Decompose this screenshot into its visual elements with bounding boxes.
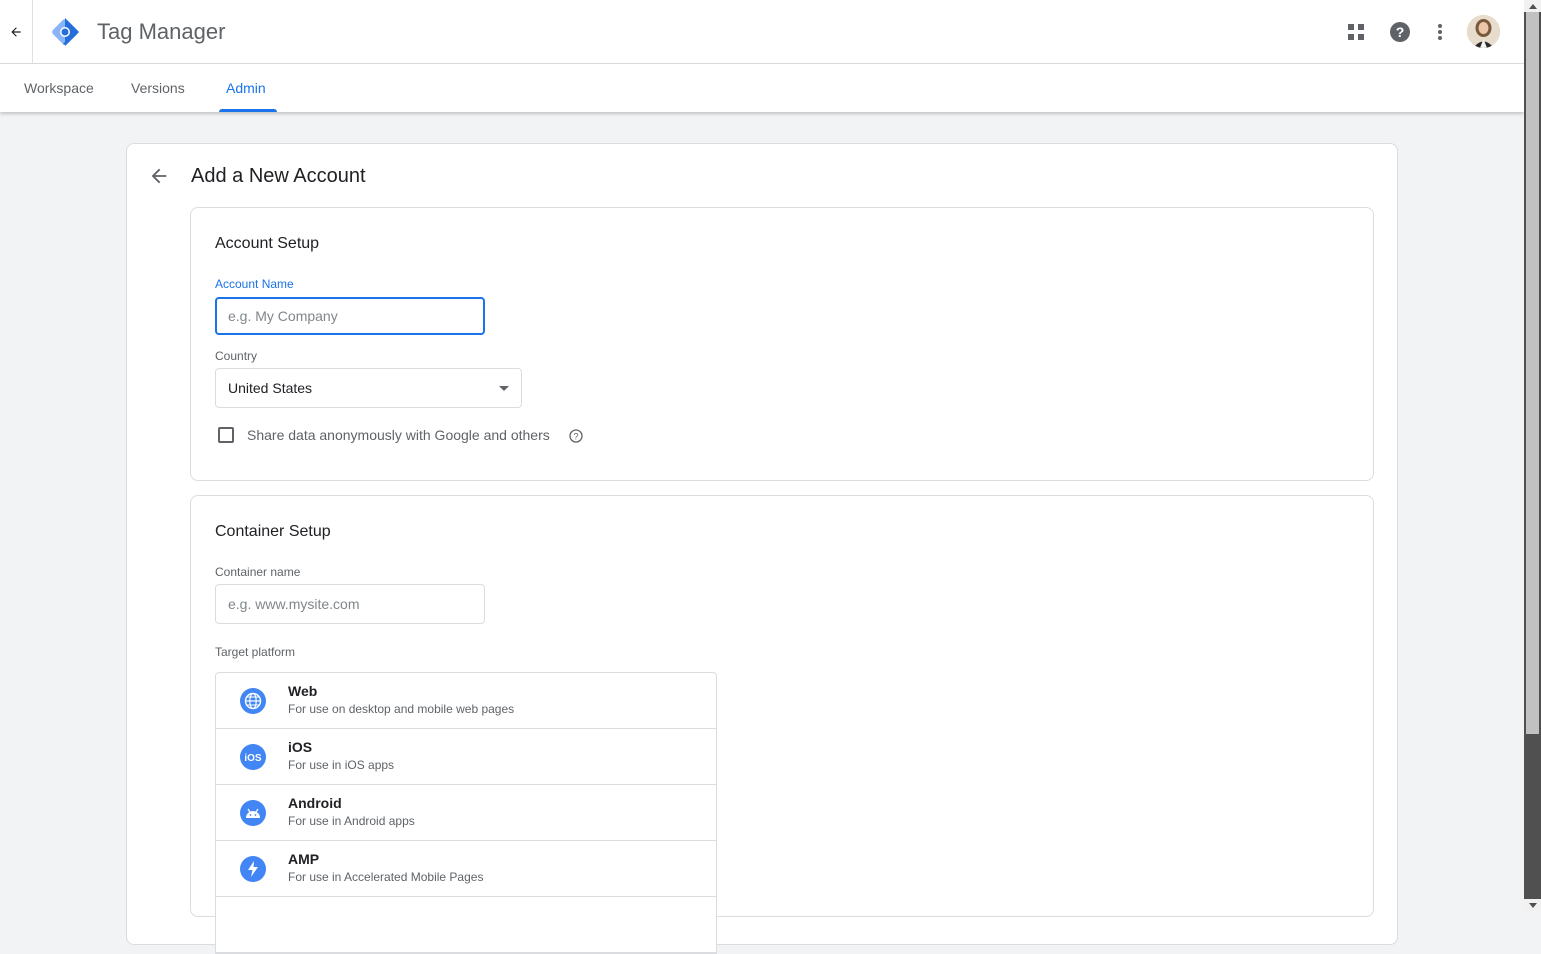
- app-title: Tag Manager: [97, 19, 226, 44]
- platform-option-android[interactable]: Android For use in Android apps: [216, 785, 716, 841]
- target-platform-list: Web For use on desktop and mobile web pa…: [215, 672, 717, 954]
- apps-button[interactable]: [1344, 20, 1368, 44]
- target-platform-label: Target platform: [215, 645, 296, 659]
- back-button[interactable]: [0, 0, 33, 63]
- account-name-label: Account Name: [215, 277, 294, 291]
- tab-versions[interactable]: Versions: [123, 64, 193, 112]
- platform-option-partial[interactable]: [216, 897, 716, 953]
- country-select[interactable]: United States: [215, 368, 522, 408]
- account-avatar[interactable]: [1467, 15, 1500, 48]
- container-name-input[interactable]: [215, 584, 485, 624]
- platform-option-web[interactable]: Web For use on desktop and mobile web pa…: [216, 673, 716, 729]
- tab-admin[interactable]: Admin: [218, 64, 274, 112]
- more-vert-icon: [1438, 24, 1442, 40]
- globe-icon: [240, 688, 266, 714]
- account-name-input[interactable]: [215, 297, 485, 335]
- svg-text:?: ?: [573, 432, 578, 442]
- platform-option-ios[interactable]: iOS iOS For use in iOS apps: [216, 729, 716, 785]
- tab-bar: Workspace Versions Admin: [0, 64, 1524, 112]
- container-name-label: Container name: [215, 565, 301, 579]
- apps-grid-icon: [1348, 24, 1364, 40]
- help-outline-icon[interactable]: ?: [569, 429, 583, 443]
- platform-option-amp[interactable]: AMP For use in Accelerated Mobile Pages: [216, 841, 716, 897]
- platform-name: AMP: [288, 851, 320, 867]
- scroll-down-arrow-icon: [1528, 902, 1537, 908]
- amp-bolt-icon: [240, 856, 266, 882]
- platform-description: For use in Accelerated Mobile Pages: [288, 870, 484, 884]
- country-label: Country: [215, 349, 258, 363]
- scrollbar-thumb[interactable]: [1526, 12, 1539, 734]
- page-title: Add a New Account: [191, 165, 366, 187]
- country-selected-value: United States: [228, 380, 313, 396]
- arrow-back-icon: [151, 168, 167, 184]
- help-button[interactable]: ?: [1388, 20, 1412, 44]
- help-icon: ?: [1390, 22, 1410, 42]
- platform-name: iOS: [288, 739, 313, 755]
- ios-icon: iOS: [240, 744, 266, 770]
- account-setup-title: Account Setup: [215, 235, 320, 252]
- platform-description: For use in Android apps: [288, 814, 415, 828]
- tab-workspace[interactable]: Workspace: [16, 64, 102, 112]
- scroll-down-button[interactable]: [1524, 899, 1541, 911]
- share-data-checkbox[interactable]: [218, 427, 234, 443]
- scroll-up-arrow-icon: [1528, 3, 1537, 9]
- platform-name: Android: [288, 795, 342, 811]
- svg-text:?: ?: [1396, 24, 1405, 40]
- tag-manager-logo: [52, 18, 79, 46]
- platform-description: For use on desktop and mobile web pages: [288, 702, 515, 716]
- dropdown-arrow-icon: [499, 386, 509, 391]
- more-options-button[interactable]: [1428, 20, 1452, 44]
- android-icon: [240, 800, 266, 826]
- active-tab-indicator: [219, 109, 277, 112]
- scroll-up-button[interactable]: [1524, 0, 1541, 12]
- container-setup-section: Container Setup Container name Target pl…: [190, 495, 1374, 954]
- container-setup-title: Container Setup: [215, 523, 331, 540]
- avatar-image: [1467, 15, 1500, 48]
- share-data-label[interactable]: Share data anonymously with Google and o…: [247, 427, 550, 443]
- top-app-bar: Tag Manager ?: [0, 0, 1524, 64]
- account-setup-section: Account Setup Account Name Country Unite…: [190, 207, 1374, 481]
- svg-text:iOS: iOS: [244, 753, 262, 763]
- platform-description: For use in iOS apps: [288, 758, 395, 772]
- arrow-back-icon: [11, 26, 21, 37]
- platform-name: Web: [288, 683, 318, 699]
- page-back-button[interactable]: [148, 165, 170, 187]
